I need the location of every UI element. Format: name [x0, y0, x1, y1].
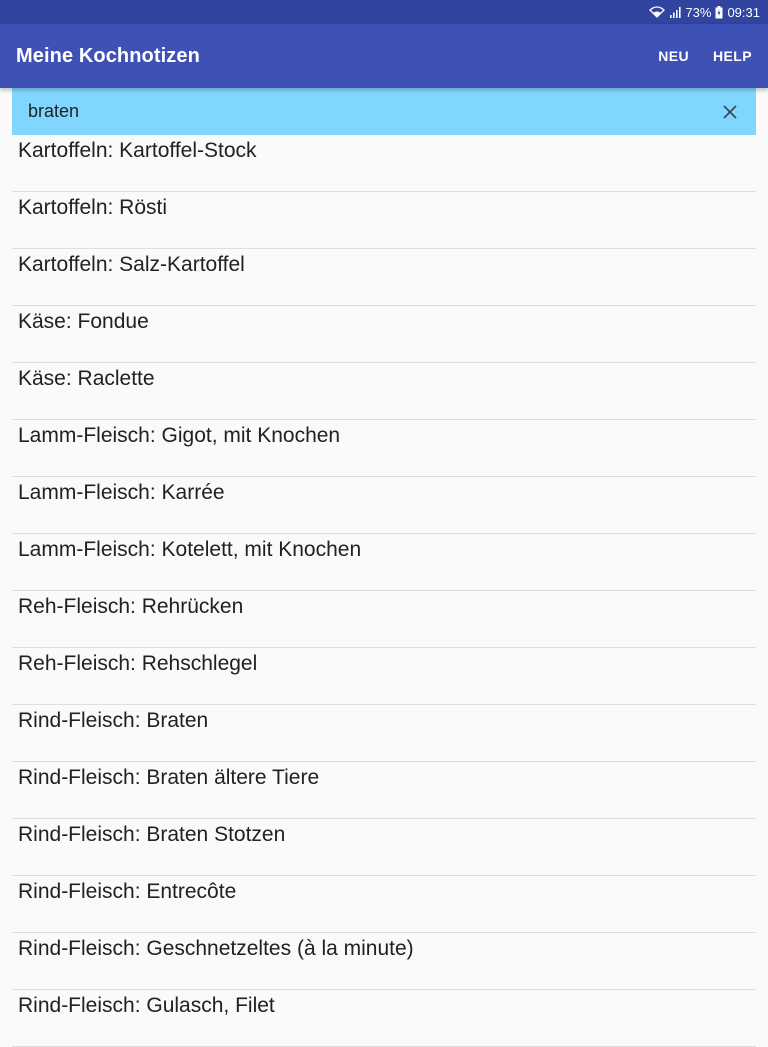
recipe-list: Kartoffeln: Kartoffel-Stock Kartoffeln: … — [12, 135, 756, 1047]
list-item[interactable]: Kartoffeln: Rösti — [12, 192, 756, 249]
battery-icon — [715, 5, 723, 19]
list-item[interactable]: Rind-Fleisch: Entrecôte — [12, 876, 756, 933]
signal-icon — [669, 6, 682, 18]
list-item[interactable]: Reh-Fleisch: Rehschlegel — [12, 648, 756, 705]
search-input[interactable] — [28, 101, 718, 122]
app-title: Meine Kochnotizen — [16, 44, 200, 67]
search-bar — [12, 88, 756, 135]
app-bar: Meine Kochnotizen NEU HELP — [0, 24, 768, 88]
list-item[interactable]: Rind-Fleisch: Braten Stotzen — [12, 819, 756, 876]
list-item[interactable]: Reh-Fleisch: Rehrücken — [12, 591, 756, 648]
clock: 09:31 — [727, 4, 760, 20]
list-item[interactable]: Rind-Fleisch: Geschnetzeltes (à la minut… — [12, 933, 756, 990]
list-item[interactable]: Kartoffeln: Salz-Kartoffel — [12, 249, 756, 306]
list-item[interactable]: Lamm-Fleisch: Kotelett, mit Knochen — [12, 534, 756, 591]
close-icon[interactable] — [718, 100, 742, 124]
list-item[interactable]: Rind-Fleisch: Braten ältere Tiere — [12, 762, 756, 819]
list-item[interactable]: Rind-Fleisch: Gulasch, Filet — [12, 990, 756, 1047]
list-item[interactable]: Lamm-Fleisch: Karrée — [12, 477, 756, 534]
list-item[interactable]: Rind-Fleisch: Braten — [12, 705, 756, 762]
list-item[interactable]: Kartoffeln: Kartoffel-Stock — [12, 135, 756, 192]
battery-percent: 73% — [685, 4, 712, 20]
list-item[interactable]: Käse: Fondue — [12, 306, 756, 363]
list-item[interactable]: Lamm-Fleisch: Gigot, mit Knochen — [12, 420, 756, 477]
new-button[interactable]: NEU — [658, 48, 689, 64]
wifi-icon — [649, 6, 666, 18]
status-bar: 73% 09:31 — [0, 0, 768, 24]
list-item[interactable]: Käse: Raclette — [12, 363, 756, 420]
help-button[interactable]: HELP — [713, 48, 752, 64]
